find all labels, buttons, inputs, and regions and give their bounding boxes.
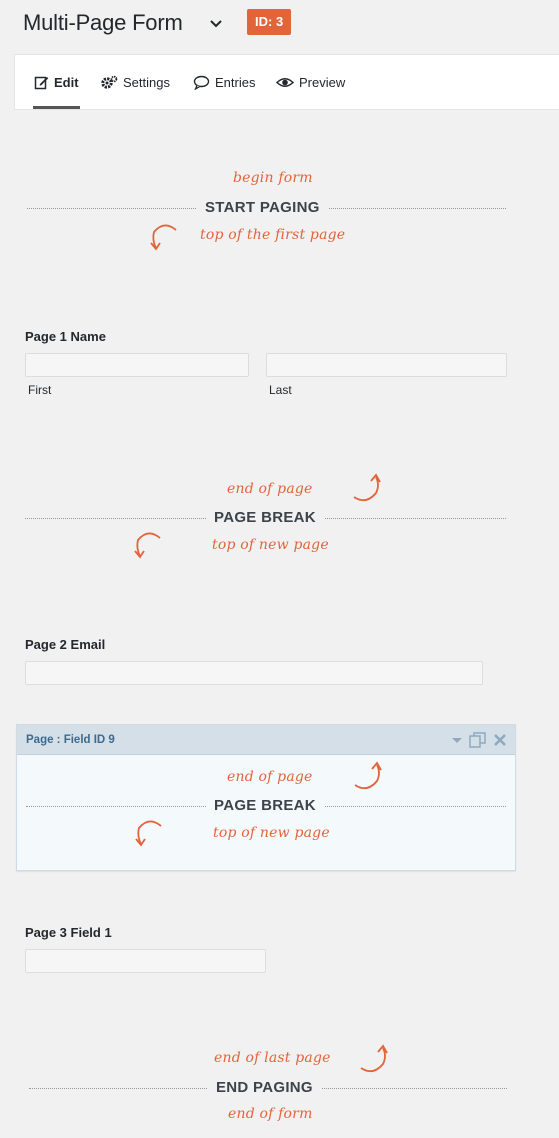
close-icon[interactable] xyxy=(493,732,509,748)
curved-arrow-up-icon xyxy=(350,471,386,510)
end-of-page-note: end of page xyxy=(227,481,313,497)
page1-name-label: Page 1 Name xyxy=(25,329,106,344)
tab-entries[interactable]: Entries xyxy=(193,55,255,110)
page2-email-label: Page 2 Email xyxy=(25,637,106,652)
page-break-label: PAGE BREAK xyxy=(206,509,324,526)
top-of-new-page-note: top of new page xyxy=(212,537,329,553)
caret-down-icon[interactable] xyxy=(449,732,465,748)
gear-icon xyxy=(100,75,118,90)
curved-arrow-down-icon xyxy=(131,818,165,855)
page3-field1-label: Page 3 Field 1 xyxy=(25,925,112,940)
duplicate-icon[interactable] xyxy=(469,732,486,748)
start-paging-label: START PAGING xyxy=(197,199,328,216)
page3-field1-input[interactable] xyxy=(25,949,266,973)
form-id-badge: ID: 3 xyxy=(247,9,292,35)
tab-edit-label: Edit xyxy=(54,75,79,90)
top-of-first-page-note: top of the first page xyxy=(200,227,346,243)
first-name-input[interactable] xyxy=(25,353,249,377)
email-input[interactable] xyxy=(25,661,483,685)
eye-icon xyxy=(276,75,294,90)
edit-icon xyxy=(34,75,49,90)
tab-settings[interactable]: Settings xyxy=(100,55,170,110)
top-of-new-page-note: top of new page xyxy=(213,825,330,841)
last-name-sublabel: Last xyxy=(269,383,292,397)
curved-arrow-down-icon xyxy=(130,530,164,567)
last-name-input[interactable] xyxy=(266,353,507,377)
chevron-down-icon[interactable] xyxy=(207,14,225,32)
curved-arrow-up-icon xyxy=(357,1042,393,1081)
end-of-form-note: end of form xyxy=(228,1106,313,1122)
tab-edit[interactable]: Edit xyxy=(34,55,79,110)
end-paging-label: END PAGING xyxy=(208,1079,321,1096)
tab-preview[interactable]: Preview xyxy=(276,55,345,110)
tab-entries-label: Entries xyxy=(215,75,256,90)
first-name-sublabel: First xyxy=(28,383,52,397)
speech-bubble-icon xyxy=(193,75,210,90)
end-of-page-note: end of page xyxy=(227,769,313,785)
end-of-last-page-note: end of last page xyxy=(214,1050,331,1066)
active-tab-indicator xyxy=(33,106,80,109)
begin-form-note: begin form xyxy=(233,170,313,186)
curved-arrow-up-icon xyxy=(351,759,387,798)
tab-settings-label: Settings xyxy=(123,75,170,90)
curved-arrow-down-icon xyxy=(146,222,180,259)
tab-preview-label: Preview xyxy=(299,75,346,90)
selected-field-title: Page : Field ID 9 xyxy=(26,734,115,746)
selected-field-panel[interactable]: Page : Field ID 9 end of page PAGE BREAK… xyxy=(16,724,516,871)
page-break-label: PAGE BREAK xyxy=(206,797,324,814)
form-title: Multi-Page Form xyxy=(23,10,183,35)
